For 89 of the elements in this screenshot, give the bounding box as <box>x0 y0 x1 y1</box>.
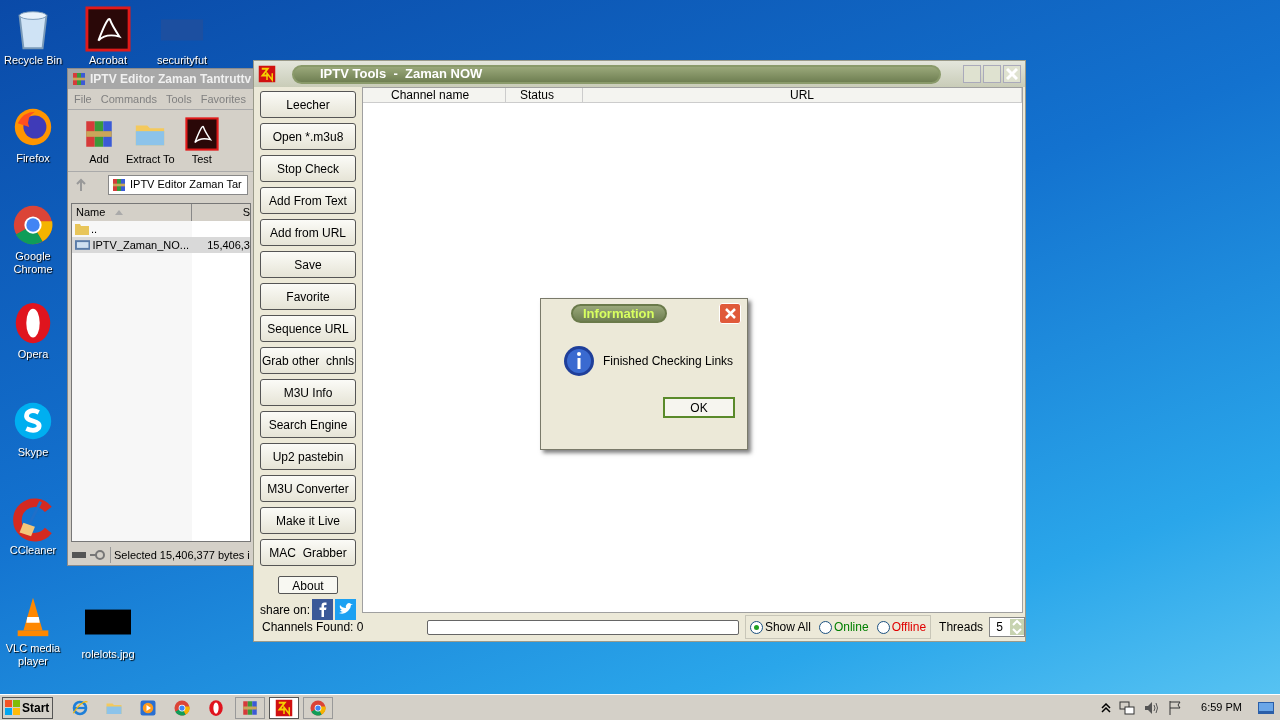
address-field[interactable]: IPTV Editor Zaman Tar <box>108 174 248 195</box>
chrome-icon <box>309 698 327 717</box>
column-header[interactable]: S <box>192 204 250 221</box>
desktop-shortcut[interactable]: Firefox <box>1 104 65 165</box>
filter-radio[interactable]: Offline <box>876 618 927 636</box>
dialog-message: Finished Checking Links <box>603 353 734 370</box>
desktop-shortcut[interactable]: securityfut <box>150 6 214 67</box>
file-name: IPTV_Zaman_NO... <box>92 237 189 253</box>
chevron-up-icon[interactable] <box>1101 702 1112 713</box>
filter-label: Online <box>833 619 869 636</box>
sort-arrow-icon <box>115 210 124 215</box>
ok-button[interactable]: OK <box>663 397 735 418</box>
filter-radio[interactable]: Show All <box>749 618 811 636</box>
desktop-shortcut[interactable]: rolelots.jpg <box>76 600 140 661</box>
file-row[interactable]: .. <box>72 221 250 237</box>
action-button[interactable]: Grab other chnls <box>260 347 356 374</box>
file-size: 15,406,3 <box>207 237 250 253</box>
desktop-shortcut[interactable]: VLC media player <box>1 594 65 668</box>
action-button[interactable]: MAC Grabber <box>260 539 356 566</box>
show-desktop-icon[interactable] <box>1258 701 1274 714</box>
drive-icon <box>72 550 106 560</box>
file-icon <box>75 239 91 251</box>
toolbar-button[interactable]: Add <box>82 116 116 167</box>
desktop-shortcut[interactable]: CCleaner <box>1 496 65 557</box>
minimize-button[interactable] <box>963 65 981 83</box>
action-button[interactable]: Sequence URL <box>260 315 356 342</box>
status-text: Selected 15,406,377 bytes i <box>110 546 250 564</box>
file-name: .. <box>91 221 98 237</box>
folder-icon <box>75 223 89 235</box>
window-title: IPTV Tools - Zaman NOW <box>292 64 941 84</box>
action-button[interactable]: M3U Converter <box>260 475 356 502</box>
share-label: share on: <box>260 601 311 619</box>
column-header[interactable]: Status <box>506 88 583 102</box>
windows-logo-icon <box>5 699 21 716</box>
action-button[interactable]: M3U Info <box>260 379 356 406</box>
action-button[interactable]: Search Engine <box>260 411 356 438</box>
clock-text: 6:59 PM <box>1201 700 1242 716</box>
start-button[interactable]: Start <box>2 696 53 719</box>
taskbar-app-button[interactable] <box>235 696 265 719</box>
flag-icon[interactable] <box>1167 699 1184 716</box>
action-button[interactable]: Add from URL <box>260 219 356 246</box>
channels-found-text: Channels Found: 0 <box>262 619 365 636</box>
filter-radio[interactable]: Online <box>818 618 869 636</box>
desktop-shortcut[interactable]: Recycle Bin <box>1 6 65 67</box>
winrar-icon <box>241 698 259 717</box>
opera-icon <box>207 698 225 717</box>
action-button[interactable]: Up2 pastebin <box>260 443 356 470</box>
close-icon <box>724 307 736 319</box>
action-button[interactable]: Leecher <box>260 91 356 118</box>
action-button[interactable]: Favorite <box>260 283 356 310</box>
window-title: IPTV Editor Zaman Tantruttv <box>90 71 252 88</box>
filter-label: Show All <box>764 619 811 636</box>
info-icon <box>563 345 595 377</box>
app-logo-icon <box>258 65 276 83</box>
about-button[interactable]: About <box>278 576 338 594</box>
close-button[interactable] <box>1003 65 1021 83</box>
action-button[interactable]: Make it Live <box>260 507 356 534</box>
desktop-shortcut[interactable]: Acrobat <box>76 6 140 67</box>
close-icon <box>1006 68 1018 80</box>
action-button[interactable]: Save <box>260 251 356 278</box>
desktop-shortcut[interactable]: Opera <box>1 300 65 361</box>
action-button[interactable]: Open *.m3u8 <box>260 123 356 150</box>
twitter-icon[interactable] <box>335 599 357 620</box>
facebook-icon[interactable] <box>312 599 334 620</box>
up-arrow-icon[interactable] <box>74 177 88 192</box>
maximize-button[interactable] <box>983 65 1001 83</box>
winrar-icon <box>111 176 127 193</box>
column-header[interactable]: Channel name <box>363 88 506 102</box>
column-header[interactable]: URL <box>583 88 1022 102</box>
action-button[interactable]: Stop Check <box>260 155 356 182</box>
app-logo-icon <box>275 698 293 717</box>
toolbar-button[interactable]: Extract To <box>126 116 175 167</box>
media-player-icon <box>139 698 157 717</box>
taskbar-app-button[interactable] <box>269 696 299 719</box>
toolbar-button[interactable]: Test <box>184 116 219 167</box>
acrobat-icon <box>85 6 131 52</box>
dialog-title: Information <box>571 303 667 323</box>
desktop-shortcut[interactable]: Skype <box>1 398 65 459</box>
threads-label: Threads <box>939 619 984 636</box>
internet-explorer-icon <box>71 698 89 717</box>
action-button[interactable]: Add From Text <box>260 187 356 214</box>
winrar-icon <box>71 71 87 87</box>
threads-spinner[interactable]: 5 <box>989 617 1025 637</box>
network-icon[interactable] <box>1119 699 1136 716</box>
desktop-shortcut[interactable]: Google Chrome <box>1 202 65 276</box>
file-row[interactable]: IPTV_Zaman_NO... 15,406,3 <box>72 237 250 253</box>
chrome-icon <box>173 698 191 717</box>
acrobat-icon <box>184 116 219 151</box>
filter-label: Offline <box>891 619 927 636</box>
